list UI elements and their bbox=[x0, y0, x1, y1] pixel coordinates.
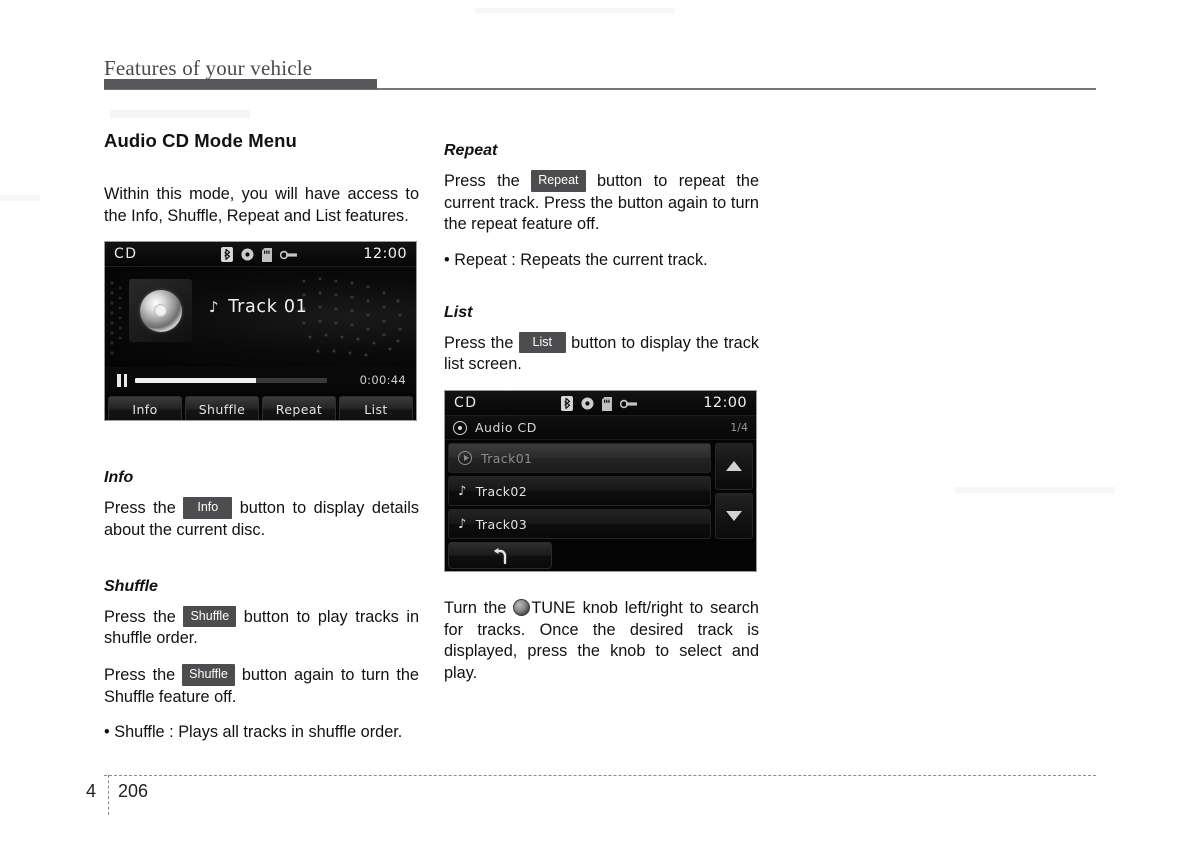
status-bar: CD 12:00 bbox=[105, 242, 416, 268]
list-text-before: Press the bbox=[444, 333, 514, 352]
shuffle-bullet: • Shuffle : Plays all tracks in shuffle … bbox=[104, 723, 403, 742]
tune-knob-icon bbox=[513, 599, 531, 617]
soft-key-info[interactable]: Info bbox=[108, 396, 182, 421]
bluetooth-icon bbox=[220, 247, 233, 263]
footer-divider bbox=[108, 775, 109, 815]
progress-bar[interactable] bbox=[135, 377, 327, 383]
scan-artifact bbox=[0, 195, 40, 201]
music-note-icon: ♪ bbox=[209, 297, 220, 316]
back-arrow-icon bbox=[494, 547, 507, 564]
shuffle-key-badge-1[interactable]: Shuffle bbox=[183, 605, 237, 628]
repeat-key-badge[interactable]: Repeat bbox=[531, 170, 586, 192]
repeat-text-before: Press the bbox=[444, 172, 520, 190]
shuffle-paragraph-2: Press the Shuffle button again to turn t… bbox=[104, 664, 419, 708]
list-paragraph: Press the List button to display the tra… bbox=[444, 331, 759, 376]
usb-icon bbox=[619, 399, 637, 408]
scan-artifact bbox=[955, 487, 1115, 493]
track-rows: Track01 ♪ Track02 ♪ Track03 bbox=[448, 443, 711, 540]
scan-artifact bbox=[475, 8, 675, 13]
now-playing-track: ♪ Track 01 bbox=[209, 297, 308, 317]
music-note-icon: ♪ bbox=[458, 483, 467, 499]
scroll-up-button[interactable] bbox=[715, 443, 753, 490]
repeat-heading: Repeat bbox=[444, 142, 498, 159]
track-row[interactable]: ♪ Track03 bbox=[448, 509, 711, 540]
usb-icon bbox=[279, 250, 297, 260]
scroll-controls bbox=[715, 443, 753, 540]
shuffle-key-badge-2[interactable]: Shuffle bbox=[182, 664, 235, 686]
disc-icon bbox=[240, 248, 253, 261]
list-heading: List bbox=[444, 303, 473, 321]
play-icon bbox=[458, 451, 472, 466]
list-header-label: Audio CD bbox=[475, 420, 537, 436]
pause-icon[interactable] bbox=[117, 373, 127, 387]
header-rule-thick bbox=[104, 79, 377, 89]
footer-rule bbox=[104, 775, 1096, 776]
list-body: Track01 ♪ Track02 ♪ Track03 bbox=[445, 440, 756, 542]
back-button[interactable] bbox=[448, 542, 552, 570]
info-paragraph: Press the Info button to display details… bbox=[104, 497, 419, 541]
status-source-label: CD bbox=[114, 246, 138, 263]
decorative-dots-right bbox=[302, 277, 402, 357]
info-heading: Info bbox=[104, 469, 134, 487]
scroll-down-button[interactable] bbox=[715, 492, 753, 540]
tune-knob-paragraph: Turn the TUNE knob left/right to search … bbox=[444, 598, 759, 685]
list-status-bar: CD 12:00 bbox=[445, 391, 756, 417]
track-list-screenshot: CD 12:00 Audio CD 1/4 Track01 ♪ Track02 … bbox=[444, 390, 757, 573]
track-label: Track03 bbox=[475, 516, 528, 532]
footer-page-number: 206 bbox=[118, 781, 149, 801]
track-row[interactable]: Track01 bbox=[448, 443, 711, 474]
sd-card-icon bbox=[261, 247, 272, 262]
manual-page: Features of your vehicle Audio CD Mode M… bbox=[0, 0, 1200, 861]
list-status-clock: 12:00 bbox=[703, 395, 747, 412]
back-row bbox=[445, 542, 756, 571]
track-label: Track02 bbox=[475, 483, 528, 499]
track-label: Track01 bbox=[481, 450, 533, 466]
disc-icon bbox=[580, 397, 593, 410]
list-header: Audio CD 1/4 bbox=[445, 416, 756, 441]
scan-artifact bbox=[110, 110, 250, 118]
left-column: Audio CD Mode Menu Within this mode, you… bbox=[104, 130, 419, 758]
now-playing-body: ♪ Track 01 bbox=[105, 267, 416, 368]
sd-card-icon bbox=[601, 396, 612, 411]
status-clock: 12:00 bbox=[363, 246, 407, 263]
soft-key-row: Info Shuffle Repeat List bbox=[105, 393, 416, 421]
repeat-paragraph: Press the Repeat button to repeat the cu… bbox=[444, 170, 759, 236]
album-art bbox=[129, 279, 192, 343]
tune-text-before: Turn the bbox=[444, 599, 507, 618]
triangle-down-icon bbox=[726, 510, 742, 521]
intro-paragraph: Within this mode, you will have access t… bbox=[104, 185, 419, 225]
progress-row: 0:00:44 bbox=[105, 367, 416, 394]
info-key-badge[interactable]: Info bbox=[183, 497, 233, 519]
shuffle-heading: Shuffle bbox=[104, 577, 158, 595]
status-icon-group bbox=[220, 247, 297, 263]
soft-key-shuffle[interactable]: Shuffle bbox=[185, 396, 259, 421]
track-row[interactable]: ♪ Track02 bbox=[448, 476, 711, 507]
shuffle-p1-before: Press the bbox=[104, 607, 176, 626]
info-text-before: Press the bbox=[104, 499, 176, 518]
triangle-up-icon bbox=[726, 461, 742, 472]
shuffle-paragraph-1: Press the Shuffle button to play tracks … bbox=[104, 605, 419, 650]
now-playing-screenshot: CD 12:00 ♪ Track 01 0:00:44 Info Shuffle… bbox=[104, 241, 417, 422]
now-playing-track-title: Track 01 bbox=[228, 297, 308, 318]
list-status-icon-group bbox=[560, 396, 637, 412]
music-note-icon: ♪ bbox=[458, 516, 467, 532]
cd-disc-icon bbox=[453, 420, 467, 435]
bluetooth-icon bbox=[560, 396, 573, 412]
list-status-source-label: CD bbox=[454, 395, 478, 412]
right-column: Repeat Press the Repeat button to repeat… bbox=[444, 130, 759, 699]
page-indicator: 1/4 bbox=[730, 421, 748, 435]
list-key-badge[interactable]: List bbox=[518, 331, 566, 354]
elapsed-time: 0:00:44 bbox=[359, 373, 406, 388]
soft-key-repeat[interactable]: Repeat bbox=[262, 396, 336, 421]
shuffle-p2-before: Press the bbox=[104, 666, 176, 685]
cd-disc-icon bbox=[139, 289, 182, 332]
footer-chapter-number: 4 bbox=[86, 781, 97, 801]
page-header-title: Features of your vehicle bbox=[104, 56, 313, 80]
page-title: Audio CD Mode Menu bbox=[104, 130, 297, 151]
repeat-bullet: • Repeat : Repeats the current track. bbox=[444, 251, 708, 270]
soft-key-list[interactable]: List bbox=[339, 396, 413, 421]
